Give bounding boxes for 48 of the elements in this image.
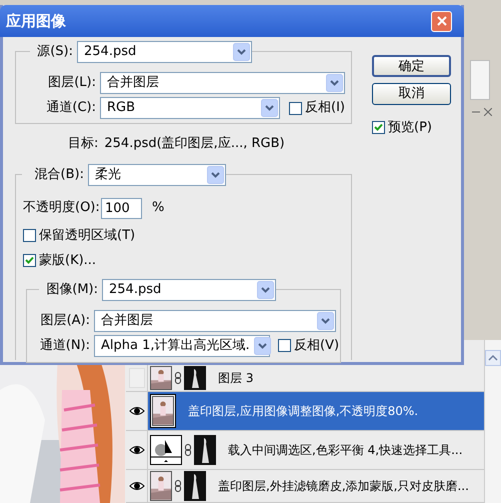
close-button[interactable] — [431, 10, 452, 32]
checkbox[interactable] — [23, 254, 36, 268]
eye-icon[interactable] — [128, 445, 144, 455]
target-label: 目标: — [68, 135, 98, 153]
dropdown[interactable]: RGB — [100, 97, 280, 119]
unit-label: % — [152, 199, 164, 218]
dropdown[interactable]: 柔光 — [88, 164, 226, 186]
dropdown[interactable]: 254.psd — [102, 278, 276, 300]
link-icon — [175, 372, 181, 384]
chevron-down-icon — [254, 336, 271, 354]
chevron-down-icon — [261, 99, 278, 117]
eye-icon[interactable] — [128, 406, 144, 416]
dropdown[interactable]: 254.psd — [77, 41, 252, 63]
checkbox[interactable] — [372, 121, 385, 134]
chevron-down-icon — [233, 43, 250, 61]
link-icon — [175, 480, 181, 492]
target-value: 254.psd(盖印图层,应..., RGB) — [104, 135, 285, 153]
dropdown[interactable]: Alpha 1,计算出高光区域. — [94, 334, 270, 356]
chevron-down-icon — [317, 312, 334, 330]
chevron-down-icon — [326, 74, 343, 92]
dialog-button[interactable]: 取消 — [372, 83, 451, 105]
scrollbar[interactable] — [484, 340, 501, 503]
dropdown[interactable]: 合并图层 — [94, 310, 336, 332]
mask-thumbnail — [184, 366, 206, 390]
checkbox[interactable] — [278, 339, 291, 352]
checkbox-label: 预览(P) — [388, 119, 432, 137]
opacity-field[interactable]: 100 — [101, 198, 142, 218]
chevron-down-icon — [257, 280, 274, 298]
mask-thumbnail — [184, 471, 206, 501]
link-icon — [185, 444, 191, 456]
close-icon[interactable] — [484, 108, 492, 116]
dialog-button[interactable]: 确定 — [372, 55, 451, 77]
adjustment-icon — [150, 435, 182, 465]
field-label: 不透明度(O): — [23, 199, 101, 218]
window-title: 应用图像 — [6, 10, 66, 32]
eye-icon[interactable] — [128, 481, 144, 491]
close-icon — [436, 16, 446, 26]
dropdown[interactable]: 合并图层 — [100, 72, 345, 94]
mask-thumbnail — [194, 435, 216, 465]
scroll-up-icon[interactable] — [485, 350, 501, 366]
chevron-down-icon — [207, 166, 224, 184]
checkbox-label: 蒙版(K)... — [39, 252, 96, 270]
checkbox[interactable] — [289, 102, 302, 114]
layer-row[interactable]: 盖印图层,应用图像调整图像,不透明度80%. — [148, 392, 484, 430]
checkbox-label: 保留透明区域(T) — [39, 226, 136, 244]
checkbox[interactable] — [23, 228, 36, 242]
checkbox-label: 反相(I) — [305, 99, 345, 118]
checkbox-label: 反相(V) — [294, 336, 340, 355]
